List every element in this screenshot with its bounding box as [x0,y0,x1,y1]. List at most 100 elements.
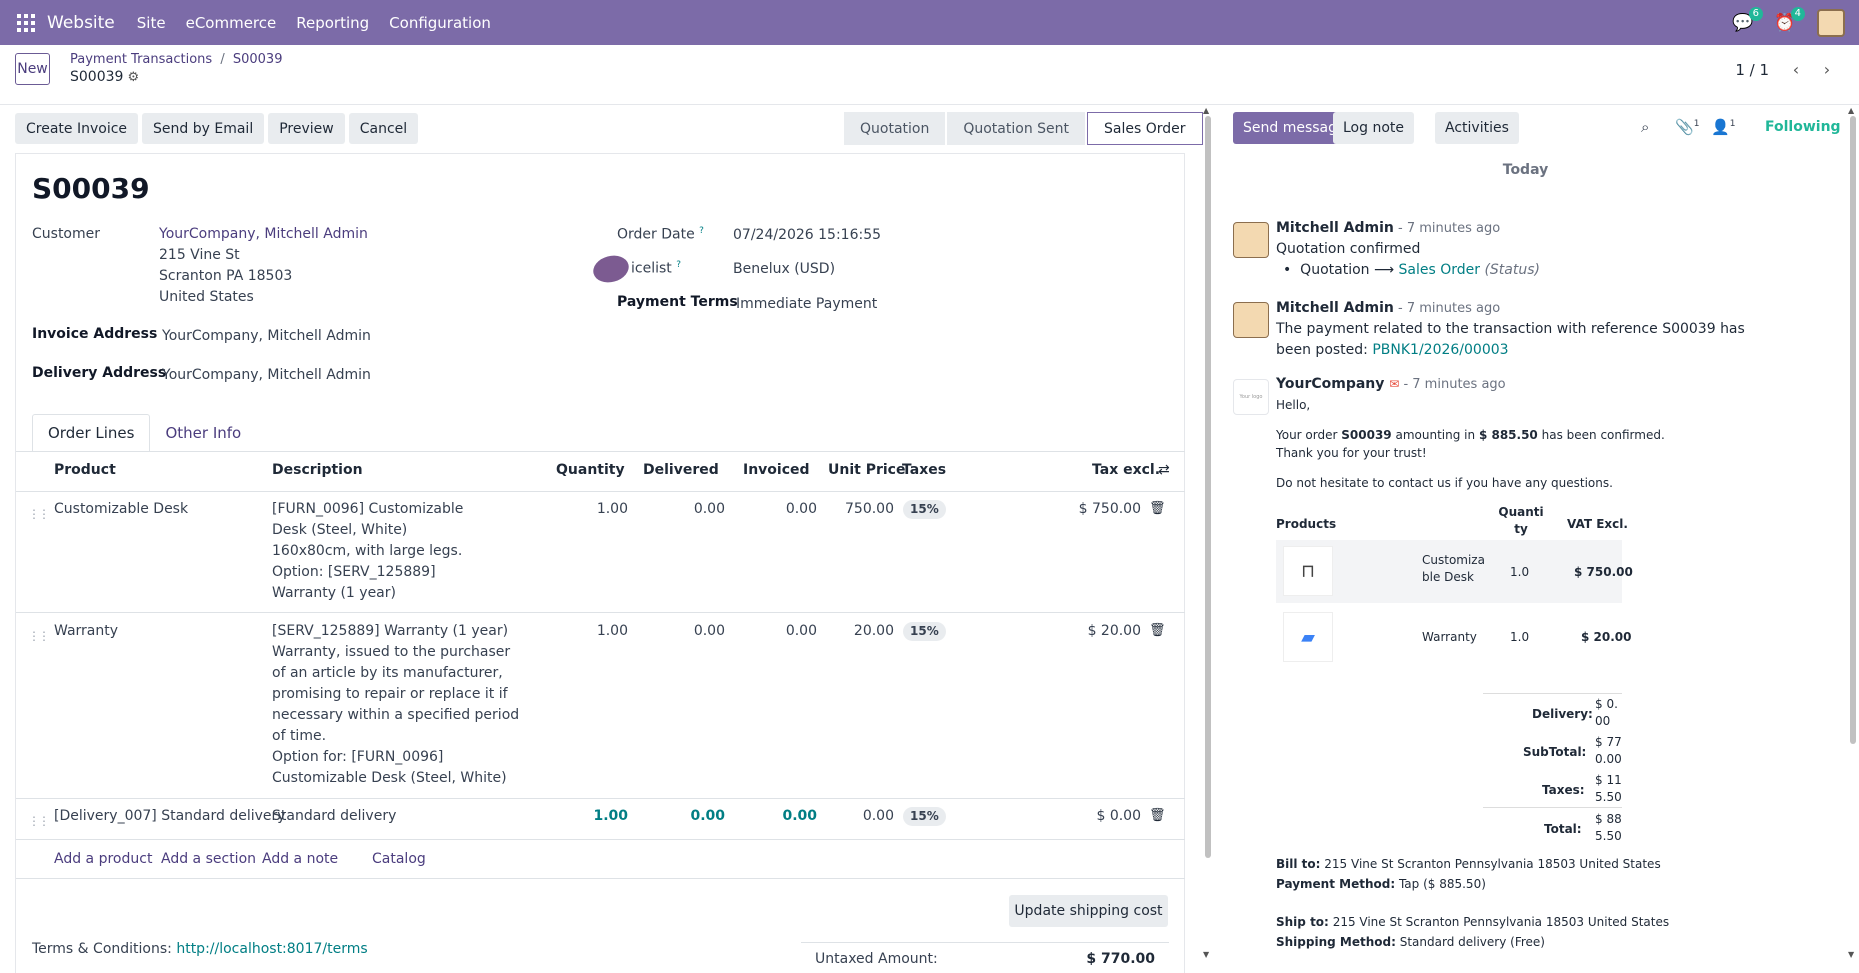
update-shipping-button[interactable]: Update shipping cost [1009,895,1168,927]
customer-addr2: Scranton PA 18503 [159,268,293,284]
status-sales-order[interactable]: Sales Order [1087,112,1203,145]
row3-product[interactable]: [Delivery_007] Standard delivery [54,806,286,827]
menu-site[interactable]: Site [137,14,166,32]
column-settings-icon[interactable]: ⇄ [1158,462,1170,478]
author-name[interactable]: YourCompany [1276,376,1384,392]
followers-icon[interactable]: 👤1 [1711,118,1735,136]
following-button[interactable]: Following [1765,119,1841,135]
payment-link[interactable]: PBNK1/2026/00003 [1372,342,1508,358]
chatter-scrollbar-thumb[interactable] [1850,116,1856,744]
breadcrumb-parent[interactable]: Payment Transactions [70,52,212,67]
row3-unit-price[interactable]: 0.00 [817,806,894,827]
author-name[interactable]: Mitchell Admin [1276,220,1394,236]
menu-reporting[interactable]: Reporting [296,14,369,32]
row-divider [16,612,1185,613]
row2-tax-badge[interactable]: 15% [903,622,946,641]
customer-field[interactable]: YourCompany, Mitchell Admin 215 Vine St … [159,224,368,308]
scroll-down-icon[interactable]: ▼ [1203,950,1209,959]
chevron-right-icon[interactable]: › [1815,55,1839,83]
scroll-up-icon[interactable]: ▲ [1848,106,1854,115]
preview-button[interactable]: Preview [268,113,345,144]
delivery-address-field[interactable]: YourCompany, Mitchell Admin [162,365,371,386]
drag-handle-icon[interactable]: ⋮⋮ [28,814,50,828]
tab-order-lines[interactable]: Order Lines [32,414,151,452]
customer-name[interactable]: YourCompany, Mitchell Admin [159,224,368,245]
row3-delivered[interactable]: 0.00 [628,806,725,827]
tab-other-info[interactable]: Other Info [150,414,256,452]
terms-link[interactable]: http://localhost:8017/terms [176,941,367,957]
messages-icon[interactable]: 💬 6 [1732,6,1763,33]
catalog-link[interactable]: Catalog [372,851,426,867]
col-taxes[interactable]: Taxes [902,462,946,478]
row3-description[interactable]: Standard delivery [272,806,396,827]
order-date-label: Order Date ? [617,226,704,243]
order-date-field[interactable]: 07/24/2026 15:16:55 [733,225,881,246]
status-bar: Quotation Quotation Sent Sales Order [844,112,1203,145]
cancel-button[interactable]: Cancel [348,113,419,144]
author-avatar[interactable] [1233,302,1269,338]
status-quotation[interactable]: Quotation [844,112,948,145]
drag-handle-icon[interactable]: ⋮⋮ [28,629,50,643]
row-divider [16,878,1185,879]
paperclip-icon[interactable]: 📎1 [1675,118,1699,136]
trash-icon[interactable]: 🗑 [1149,623,1166,638]
add-section-link[interactable]: Add a section [161,851,256,867]
user-avatar[interactable] [1817,8,1845,37]
status-quotation-sent[interactable]: Quotation Sent [947,112,1087,145]
help-icon[interactable]: ? [676,260,681,270]
trash-icon[interactable]: 🗑 [1149,501,1166,516]
email-delivery-label: Delivery: [1532,707,1593,721]
app-name[interactable]: Website [47,13,115,33]
row1-tax-badge[interactable]: 15% [903,500,946,519]
row3-quantity[interactable]: 1.00 [536,806,628,827]
payment-terms-field[interactable]: Immediate Payment [736,294,877,315]
col-description[interactable]: Description [272,462,363,478]
breadcrumb-current[interactable]: S00039 [233,52,283,67]
trash-icon[interactable]: 🗑 [1149,808,1166,823]
col-tax-excl[interactable]: Tax excl. [1092,462,1160,478]
gear-icon[interactable]: ⚙ [127,70,139,85]
activities-icon[interactable]: ⏰ 4 [1774,6,1805,33]
add-product-link[interactable]: Add a product [54,851,152,867]
menu-configuration[interactable]: Configuration [389,14,491,32]
send-email-button[interactable]: Send by Email [142,113,265,144]
col-product[interactable]: Product [54,462,116,478]
log-note-button[interactable]: Log note [1333,112,1414,144]
col-delivered[interactable]: Delivered [643,462,719,478]
row2-description[interactable]: [SERV_125889] Warranty (1 year) Warranty… [272,621,522,789]
row1-description[interactable]: [FURN_0096] Customizable Desk (Steel, Wh… [272,499,502,604]
form-scrollbar-thumb[interactable] [1205,116,1211,858]
new-button[interactable]: New [15,53,50,85]
scroll-up-icon[interactable]: ▲ [1203,106,1209,115]
company-logo[interactable]: Your logo [1233,379,1269,415]
row2-unit-price[interactable]: 20.00 [817,621,894,642]
row1-unit-price[interactable]: 750.00 [817,499,894,520]
drag-handle-icon[interactable]: ⋮⋮ [28,507,50,521]
desk-image: ⊓ [1283,546,1333,596]
row1-product[interactable]: Customizable Desk [54,499,188,520]
author-avatar[interactable] [1233,222,1269,258]
col-invoiced[interactable]: Invoiced [743,462,810,478]
menu-ecommerce[interactable]: eCommerce [186,14,277,32]
activities-button[interactable]: Activities [1435,112,1519,144]
row2-delivered[interactable]: 0.00 [628,621,725,642]
row2-quantity[interactable]: 1.00 [536,621,628,642]
search-icon[interactable]: ⌕ [1641,118,1649,136]
row1-delivered[interactable]: 0.00 [628,499,725,520]
pricelist-field[interactable]: Benelux (USD) [733,259,835,280]
add-note-link[interactable]: Add a note [262,851,338,867]
chevron-left-icon[interactable]: ‹ [1784,55,1808,83]
message-author: Mitchell Admin - 7 minutes ago [1276,300,1500,316]
create-invoice-button[interactable]: Create Invoice [15,113,139,144]
invoice-address-field[interactable]: YourCompany, Mitchell Admin [162,326,371,347]
scroll-down-icon[interactable]: ▼ [1848,950,1854,959]
row3-tax-badge[interactable]: 15% [903,807,946,826]
row1-quantity[interactable]: 1.00 [536,499,628,520]
pager-value[interactable]: 1 / 1 [1735,61,1769,79]
apps-menu-icon[interactable] [17,13,35,32]
row2-product[interactable]: Warranty [54,621,118,642]
author-name[interactable]: Mitchell Admin [1276,300,1394,316]
help-icon[interactable]: ? [699,226,704,236]
col-quantity[interactable]: Quantity [556,462,625,478]
col-unit-price[interactable]: Unit Price [828,462,905,478]
